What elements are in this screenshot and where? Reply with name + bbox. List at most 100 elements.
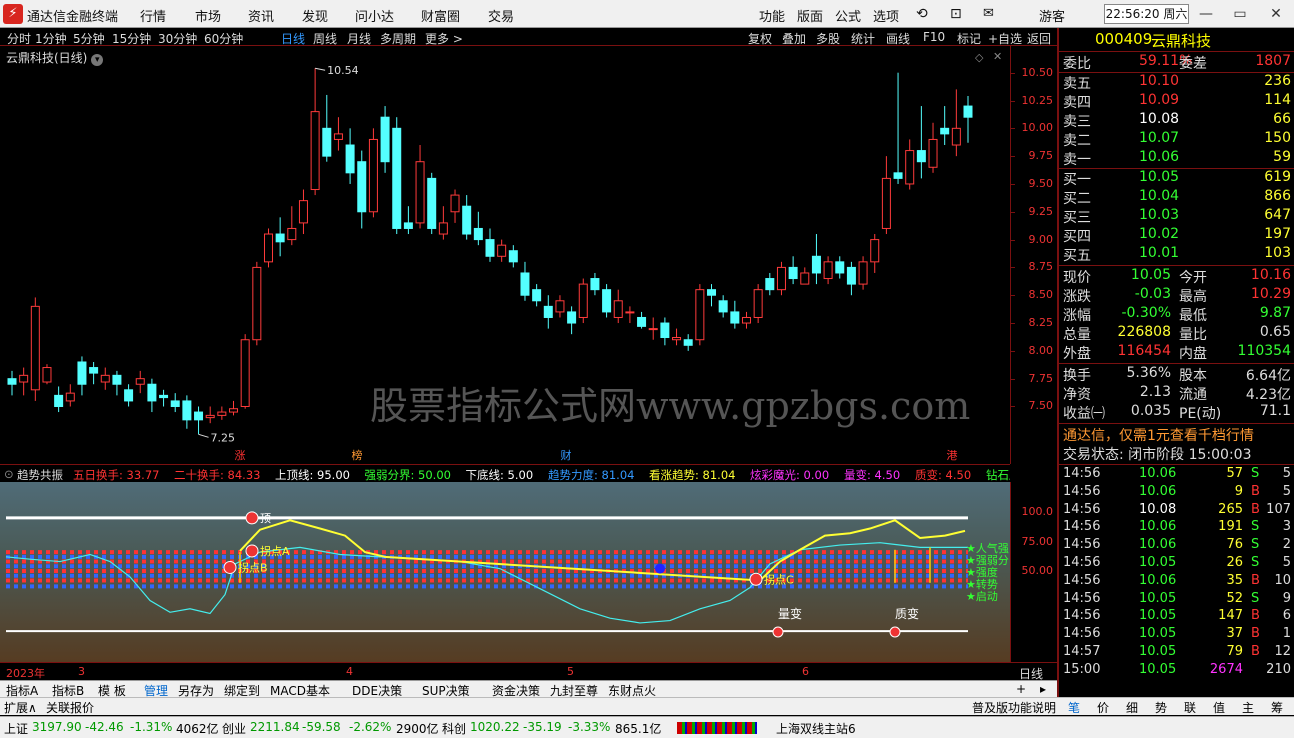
order-book-row[interactable]: 买一 10.05 619 (1063, 169, 1293, 188)
period-30min[interactable]: 30分钟 (158, 30, 197, 47)
candle[interactable] (916, 106, 926, 179)
order-book-row[interactable]: 买三 10.03 647 (1063, 207, 1293, 226)
candle[interactable] (229, 400, 239, 416)
candle[interactable] (951, 89, 961, 157)
turn-point[interactable]: 拐点C (749, 572, 794, 586)
panel-tab[interactable]: 势 (1155, 699, 1167, 716)
candle[interactable] (438, 206, 448, 240)
restore-icon[interactable]: ▭ (1230, 4, 1250, 24)
cy-index-value[interactable]: 2211.84 (250, 720, 300, 734)
candle[interactable] (870, 234, 880, 273)
candle[interactable] (905, 139, 915, 190)
candle[interactable] (963, 96, 973, 143)
candle[interactable] (881, 156, 891, 235)
event-marker[interactable]: 财 (561, 448, 572, 462)
menu-news[interactable]: 资讯 (248, 6, 274, 25)
add-tab-icon[interactable]: + (1016, 682, 1026, 696)
candle[interactable] (788, 256, 798, 285)
order-book-row[interactable]: 卖五 10.10 236 (1063, 73, 1293, 92)
candle[interactable] (450, 189, 460, 223)
turn-point[interactable]: 拐点B (223, 560, 268, 574)
candle[interactable] (730, 300, 740, 329)
mail-icon[interactable]: ✉ (983, 6, 994, 21)
tool-multi-stock[interactable]: 多股 (816, 30, 840, 47)
candle[interactable] (322, 94, 332, 162)
period-1min[interactable]: 1分钟 (35, 30, 67, 47)
candle[interactable] (415, 145, 425, 229)
candle[interactable] (718, 295, 728, 318)
guest-user[interactable]: 游客 (1039, 6, 1065, 25)
menu-discover[interactable]: 发现 (302, 6, 328, 25)
candle[interactable] (357, 150, 367, 229)
candle[interactable] (893, 72, 903, 184)
candle[interactable] (205, 406, 215, 424)
tab-scroll-icon[interactable]: ▸ (1040, 682, 1046, 696)
candle[interactable] (602, 284, 612, 318)
candle[interactable] (532, 284, 542, 307)
menu-options[interactable]: 选项 (873, 6, 899, 25)
candle[interactable] (823, 256, 833, 285)
menu-trade[interactable]: 交易 (488, 6, 514, 25)
candle[interactable] (590, 272, 600, 296)
candle[interactable] (30, 297, 40, 401)
candle[interactable] (217, 406, 227, 420)
candle[interactable] (508, 245, 518, 268)
chart-title-dropdown-icon[interactable]: ▾ (91, 54, 104, 66)
chart-diamond-icon[interactable]: ◇ (975, 51, 983, 64)
tool-f10[interactable]: F10 (923, 30, 945, 44)
candle[interactable] (263, 228, 273, 268)
candle[interactable] (89, 361, 99, 385)
candle[interactable] (800, 267, 810, 285)
menu-layout[interactable]: 版面 (797, 6, 823, 25)
panel-tab[interactable]: 细 (1126, 699, 1138, 716)
candle[interactable] (240, 334, 250, 409)
candle[interactable] (858, 256, 868, 290)
tool-statistics[interactable]: 统计 (851, 30, 875, 47)
candle[interactable] (275, 217, 285, 257)
change-marker[interactable]: 量变 (772, 606, 802, 638)
panel-tab[interactable]: 主 (1242, 699, 1254, 716)
order-book-row[interactable]: 卖四 10.09 114 (1063, 92, 1293, 111)
stock-name[interactable]: 云鼎科技 (1151, 30, 1211, 51)
candle[interactable] (497, 239, 507, 262)
tool-mark[interactable]: 标记 (957, 30, 981, 47)
order-book-row[interactable]: 买二 10.04 866 (1063, 188, 1293, 207)
candle[interactable] (940, 106, 950, 146)
candle[interactable] (368, 128, 378, 218)
candle[interactable] (310, 68, 320, 196)
candle[interactable] (928, 122, 938, 173)
turn-point[interactable]: 拐点A (245, 544, 290, 558)
period-multi[interactable]: 多周期 (380, 30, 416, 47)
tool-draw[interactable]: 画线 (886, 30, 910, 47)
candle[interactable] (392, 117, 402, 235)
event-marker[interactable]: 涨 (235, 449, 246, 462)
candle[interactable] (473, 211, 483, 246)
tool-back[interactable]: 返回 (1027, 30, 1051, 47)
candle[interactable] (811, 234, 821, 285)
menu-ask[interactable]: 问小达 (355, 6, 394, 25)
candle[interactable] (112, 370, 122, 396)
candle[interactable] (65, 384, 75, 407)
candle[interactable] (578, 278, 588, 324)
candle[interactable] (100, 367, 110, 390)
close-icon[interactable]: ✕ (1266, 4, 1286, 24)
candle[interactable] (660, 317, 670, 346)
candle[interactable] (147, 378, 157, 413)
candle[interactable] (753, 284, 763, 324)
candle[interactable] (695, 284, 705, 346)
candle[interactable] (462, 195, 472, 240)
period-monthly[interactable]: 月线 (347, 30, 371, 47)
event-marker[interactable]: 港 (947, 449, 958, 462)
candle[interactable] (637, 311, 647, 329)
server-station[interactable]: 上海双线主站6 (776, 720, 856, 737)
period-timeshare[interactable]: 分时 (7, 30, 31, 47)
tool-add-watch[interactable]: +自选 (988, 30, 1022, 47)
sh-index-value[interactable]: 3197.90 (32, 720, 82, 734)
function-guide-button[interactable]: 普及版功能说明 (972, 699, 1056, 716)
candle[interactable] (835, 256, 845, 279)
panel-tab[interactable]: 值 (1213, 699, 1225, 716)
indicator-panel[interactable]: 顶拐点A 拐点B 拐点C 量变 质变 ★人气强 ★强弱分 ★强度 ★转势 ★启动 (0, 482, 1010, 662)
candle[interactable] (555, 295, 565, 318)
candle[interactable] (776, 261, 786, 296)
order-book-row[interactable]: 卖一 10.06 59 (1063, 149, 1293, 168)
